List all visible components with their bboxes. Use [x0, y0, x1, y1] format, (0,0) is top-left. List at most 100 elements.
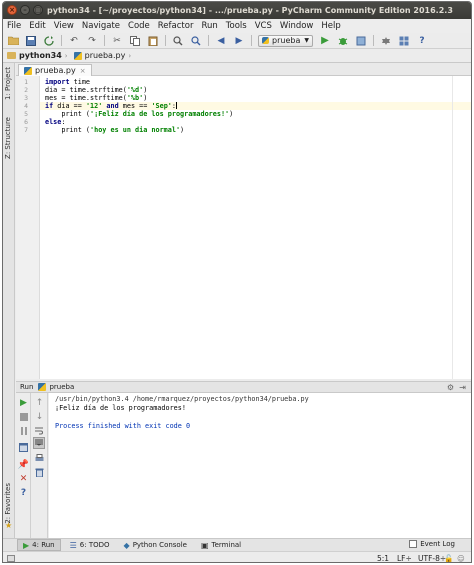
lock-icon[interactable]: 🔓: [444, 554, 453, 562]
main-toolbar: ↶ ↷ ✂ ◀ ▶ prueba ▼ ▶ ?: [3, 33, 471, 49]
code-line[interactable]: import time: [45, 78, 90, 86]
code-text: dia ==: [53, 102, 86, 110]
redo-icon[interactable]: ↷: [86, 35, 98, 47]
run-console[interactable]: /usr/bin/python3.4 /home/rmarquez/proyec…: [49, 393, 471, 538]
rerun-icon[interactable]: ▶: [18, 397, 29, 408]
code-keyword: if: [45, 102, 54, 110]
menu-code[interactable]: Code: [128, 21, 150, 31]
code-line[interactable]: else:: [45, 118, 65, 126]
tool-tab-todo[interactable]: ☰ 6: TODO: [65, 539, 115, 551]
project-structure-icon[interactable]: [398, 35, 410, 47]
minimize-window-button[interactable]: –: [20, 5, 30, 15]
run-panel-label: Run: [20, 383, 34, 391]
run-icon: ▶: [23, 540, 30, 550]
folder-icon: [7, 52, 16, 59]
code-line[interactable]: mes = time.strftime('%b'): [45, 94, 147, 102]
line-number: 2: [24, 86, 28, 94]
restore-layout-icon[interactable]: [18, 442, 29, 453]
window-controls: × – □: [7, 5, 43, 15]
menu-vcs[interactable]: VCS: [255, 21, 272, 31]
close-window-button[interactable]: ×: [7, 5, 17, 15]
run-configuration-select[interactable]: prueba ▼: [258, 34, 313, 47]
forward-icon[interactable]: ▶: [233, 35, 245, 47]
tool-tab-run[interactable]: ▶ 4: Run: [17, 539, 61, 551]
close-tab-icon[interactable]: ×: [80, 67, 86, 75]
file-encoding[interactable]: UTF-8÷: [418, 554, 446, 562]
code-keyword: import: [45, 78, 70, 86]
replace-icon[interactable]: [190, 35, 202, 47]
tool-tab-terminal[interactable]: ▣ Terminal: [196, 539, 246, 551]
code-text: dia = time.strftime(: [45, 86, 127, 94]
menu-edit[interactable]: Edit: [29, 21, 45, 31]
settings-icon[interactable]: [380, 35, 392, 47]
back-icon[interactable]: ◀: [215, 35, 227, 47]
stop-icon[interactable]: [18, 411, 29, 422]
line-number: 3: [24, 94, 28, 102]
find-icon[interactable]: [172, 35, 184, 47]
paste-icon[interactable]: [147, 35, 159, 47]
open-folder-icon[interactable]: [7, 35, 19, 47]
right-margin-guide: [452, 76, 453, 379]
tool-windows-toggle-icon[interactable]: [7, 555, 15, 562]
code-line[interactable]: print ('¡Feliz día de los programadores!…: [45, 110, 233, 118]
clear-all-icon[interactable]: [34, 467, 45, 478]
tool-tab-event-log[interactable]: Event Log: [409, 540, 455, 548]
project-tool-tab[interactable]: 1: Project: [4, 67, 12, 100]
gear-icon[interactable]: ⚙: [447, 383, 454, 392]
cut-icon[interactable]: ✂: [111, 35, 123, 47]
code-line[interactable]: dia = time.strftime('%d'): [45, 86, 147, 94]
arrow-down-icon[interactable]: ↓: [34, 411, 45, 422]
menu-refactor[interactable]: Refactor: [158, 21, 194, 31]
menu-navigate[interactable]: Navigate: [82, 21, 120, 31]
line-separator[interactable]: LF÷: [397, 554, 412, 562]
title-bar: × – □ python34 - [~/proyectos/python34] …: [3, 2, 471, 19]
close-icon[interactable]: ✕: [18, 473, 29, 484]
left-tool-strip: 1: Project Z: Structure 2: Favorites ★: [3, 63, 15, 538]
code-line[interactable]: print ('hoy es un dia normal'): [45, 126, 184, 134]
inspector-icon[interactable]: ☺: [457, 554, 465, 562]
scroll-to-end-icon[interactable]: [33, 437, 45, 449]
help-icon[interactable]: ?: [18, 487, 29, 498]
editor-tab-prueba[interactable]: prueba.py ×: [18, 64, 92, 76]
menu-help[interactable]: Help: [321, 21, 340, 31]
stop-icon[interactable]: [355, 35, 367, 47]
code-text: ): [180, 126, 185, 134]
code-editor[interactable]: 1234567 import time dia = time.strftime('…: [16, 76, 471, 379]
caret-position[interactable]: 5:1: [377, 554, 389, 562]
menu-window[interactable]: Window: [280, 21, 314, 31]
hide-panel-icon[interactable]: ⇥: [459, 383, 466, 392]
save-all-icon[interactable]: [25, 35, 37, 47]
pin-icon[interactable]: 📌: [18, 459, 29, 470]
favorites-tool-tab[interactable]: 2: Favorites: [4, 483, 12, 524]
breadcrumb-project[interactable]: python34 ›: [7, 51, 68, 60]
code-text: mes = time.strftime(: [45, 94, 127, 102]
menu-run[interactable]: Run: [201, 21, 217, 31]
run-config-label: prueba: [272, 36, 301, 45]
menu-file[interactable]: File: [7, 21, 21, 31]
menu-view[interactable]: View: [54, 21, 74, 31]
undo-icon[interactable]: ↶: [68, 35, 80, 47]
code-text: print (: [45, 126, 91, 134]
soft-wrap-icon[interactable]: [34, 425, 45, 436]
console-exit-message: Process finished with exit code 0: [55, 422, 191, 430]
run-icon[interactable]: ▶: [319, 35, 331, 47]
help-icon[interactable]: ?: [416, 35, 428, 47]
pycharm-window: × – □ python34 - [~/proyectos/python34] …: [2, 1, 472, 563]
code-text: ): [143, 86, 148, 94]
debug-icon[interactable]: [337, 35, 349, 47]
run-panel-config[interactable]: prueba: [49, 383, 74, 391]
structure-tool-tab[interactable]: Z: Structure: [4, 117, 12, 159]
code-area[interactable]: import time dia = time.strftime('%d') mes …: [40, 76, 471, 379]
breadcrumb-file[interactable]: prueba.py ›: [73, 51, 131, 60]
sync-icon[interactable]: [43, 35, 55, 47]
event-log-icon: [409, 540, 418, 548]
arrow-up-icon[interactable]: ↑: [34, 397, 45, 408]
copy-icon[interactable]: [129, 35, 141, 47]
code-line[interactable]: if dia == '12' and mes == 'Sep':: [40, 102, 471, 110]
menu-bar: File Edit View Navigate Code Refactor Ru…: [3, 19, 471, 33]
pause-icon[interactable]: [18, 425, 29, 436]
menu-tools[interactable]: Tools: [226, 21, 247, 31]
tool-tab-python-console[interactable]: ◆ Python Console: [119, 539, 192, 551]
maximize-window-button[interactable]: □: [33, 5, 43, 15]
print-icon[interactable]: [34, 453, 45, 464]
